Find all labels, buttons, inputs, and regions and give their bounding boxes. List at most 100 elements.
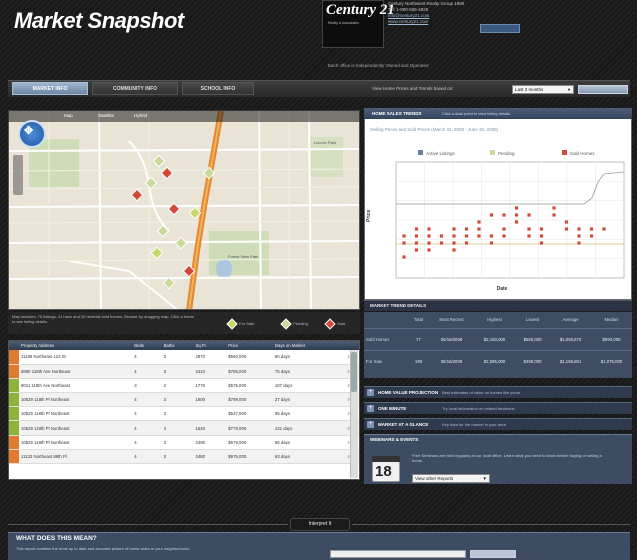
data-point[interactable] [402,241,406,245]
data-point[interactable] [452,234,456,238]
map-tab-hybrid[interactable]: Hybrid [134,113,147,118]
data-point[interactable] [514,206,519,210]
data-point[interactable] [539,234,544,238]
map-toolbar [8,110,360,122]
data-point[interactable] [564,227,569,231]
legend-swatch [418,150,423,155]
trend-row-sold: Sold Homes 77 06/15/2009 $2,150,000 $565… [364,327,632,350]
data-point[interactable] [439,234,444,238]
data-point[interactable] [514,213,519,217]
trend-cell: $2,150,000 [474,327,515,350]
data-point[interactable] [577,241,581,245]
price-cell: $660,000 [226,350,273,365]
data-point[interactable] [552,206,556,210]
data-point[interactable] [502,213,506,217]
data-point[interactable] [489,241,494,245]
status-indicator [9,406,19,422]
data-point[interactable] [564,220,569,224]
data-point[interactable] [414,227,419,231]
data-point[interactable] [502,227,506,231]
data-point[interactable] [477,234,481,238]
data-point[interactable] [477,220,481,224]
data-point[interactable] [402,255,406,259]
time-range-select[interactable]: Last 3 months ▼ [512,85,574,94]
expand-one-minute[interactable]: + ONE MINUTE Try local information on re… [364,402,632,414]
price-scatter-chart: Active Listings Pending Sold Homes Price D… [366,150,625,292]
scrollbar-thumb[interactable] [351,352,357,392]
data-point[interactable] [452,241,456,245]
beds-cell: 4 [132,449,162,465]
other-reports-select[interactable]: View other Reports ▼ [412,474,490,483]
data-point[interactable] [402,234,406,238]
table-row[interactable]: 8011 118th Ave Northeast 3 2 1770 $575,000 10… [9,378,359,394]
col-header-status[interactable] [9,341,19,350]
table-row[interactable]: 10529 118th Pl Northeast 4 3 2490 $679,000 56… [9,435,359,450]
map-tab-satellite[interactable]: Satellite [98,113,114,118]
data-point[interactable] [539,241,544,245]
data-point[interactable] [527,213,531,217]
data-point[interactable] [552,213,556,217]
expand-home-value[interactable]: + HOME VALUE PROJECTION Best estimates o… [364,386,632,398]
baths-cell: 3 [161,364,194,379]
trend-col: Median [604,317,619,323]
data-point[interactable] [502,234,506,238]
legend-swatch [562,150,567,155]
data-point[interactable] [527,227,531,231]
data-point[interactable] [427,234,431,238]
col-header-baths[interactable]: Baths [161,341,194,350]
data-point[interactable] [489,213,494,217]
expand-market-glance[interactable]: + MARKET AT A GLANCE Key data for the ma… [364,418,632,430]
data-point[interactable] [452,248,456,252]
trend-col: Lowest [525,317,540,323]
data-point[interactable] [589,227,594,231]
data-point[interactable] [577,234,581,238]
meaning-input[interactable] [330,550,466,558]
tab-market-info[interactable]: MARKET INFO [12,82,88,95]
trend-cell: $565,000 [514,327,551,350]
data-point[interactable] [427,248,431,252]
data-point[interactable] [489,234,494,238]
data-point[interactable] [602,227,606,231]
data-point[interactable] [464,227,469,231]
col-header-price[interactable]: Price [226,341,273,350]
table-row[interactable]: 10529 118th Pl Northeast 4 3 1900 $799,000 27… [9,392,359,408]
table-row[interactable]: 10529 118th Pl Northeast 4 3 $537,000 95 day… [9,406,359,422]
col-header-beds[interactable]: Beds [132,341,162,350]
data-point[interactable] [464,234,469,238]
baths-cell: 3 [161,435,194,450]
beds-cell: 4 [132,435,162,450]
col-header-sqft[interactable]: Sq.Ft. [193,341,227,350]
map-zoom-slider[interactable] [13,155,23,195]
legend-label: Pending [293,321,308,327]
table-row[interactable]: 10529 118th Pl Northeast 4 4 1640 $779,000 13… [9,420,359,436]
update-button[interactable] [578,85,628,94]
col-header-address[interactable]: Property Address [19,341,133,350]
data-point[interactable] [427,227,431,231]
data-point[interactable] [414,234,419,238]
data-point[interactable] [439,241,444,245]
data-point[interactable] [514,220,519,224]
data-point[interactable] [414,241,419,245]
data-point[interactable] [539,227,544,231]
map-view[interactable] [8,110,360,310]
tab-community-info[interactable]: COMMUNITY INFO [92,82,178,95]
trend-cell: $499,000 [514,349,551,372]
meaning-go-button[interactable] [470,550,516,558]
data-point[interactable] [427,241,431,245]
data-point[interactable] [477,227,481,231]
data-point[interactable] [589,234,594,238]
col-header-dom[interactable]: Days on Market [272,341,346,350]
tab-school-info[interactable]: SCHOOL INFO [182,82,254,95]
data-point[interactable] [527,234,531,238]
table-row[interactable]: 11133 Northeast 88th Pl 4 3 2480 $975,000 63 … [9,449,359,465]
contact-agent-button[interactable] [480,24,520,33]
data-point[interactable] [414,248,419,252]
table-row[interactable]: 8890 118th Ave Northeast 4 3 2410 $755,000 75… [9,364,359,379]
data-point[interactable] [452,227,456,231]
data-point[interactable] [464,241,469,245]
data-point[interactable] [577,227,581,231]
trend-table: Total Most Recent Highest Lowest Average… [364,312,632,372]
interpret-it-button[interactable]: Interpret It [290,518,350,531]
table-row[interactable]: 11189 Northeast 123 St 4 3 2870 $660,000 60 d… [9,350,359,365]
map-tab-map[interactable]: Map [64,113,73,118]
